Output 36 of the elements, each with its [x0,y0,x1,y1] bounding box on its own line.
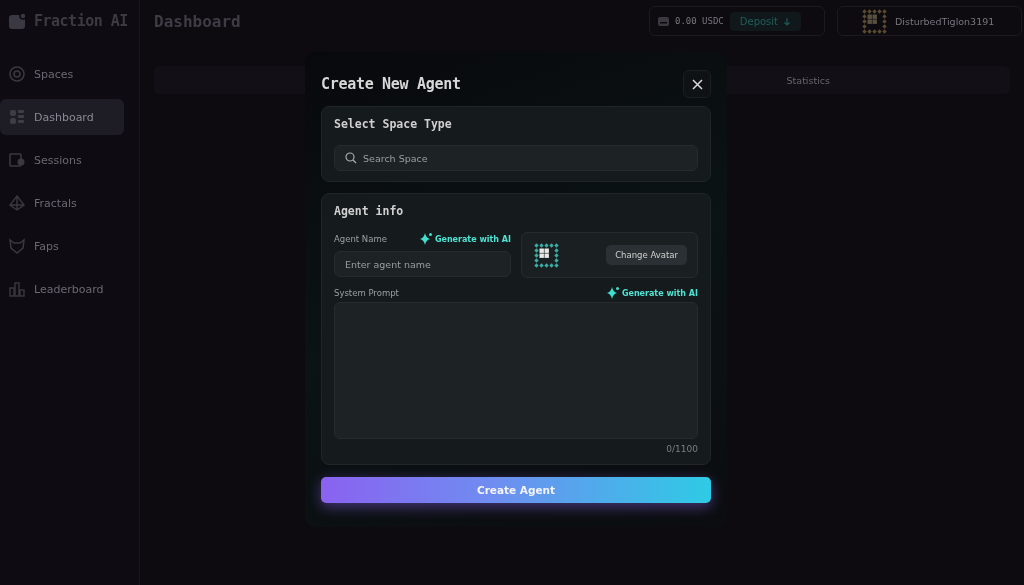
field-label: Agent Name [334,234,387,244]
search-field[interactable]: Search Space [334,145,698,171]
generate-button[interactable]: Generate with AI [418,232,511,246]
section-title: Agent info [334,204,405,218]
sidebar-item[interactable]: Dashboard [0,99,124,135]
sidebar-item[interactable]: Fractals [0,185,124,221]
search-icon [345,152,357,164]
modal-title: Create New Agent [321,75,461,93]
generate-button[interactable]: Generate with AI [605,286,698,300]
name-field[interactable]: Enter agent name [334,251,511,277]
arrow-down-icon [783,16,791,26]
sidebar-item[interactable]: Spaces [0,56,124,92]
document-icon [9,152,25,168]
avatar-icon [534,242,559,268]
close-button[interactable] [683,70,711,98]
logo-icon [9,12,27,30]
sidebar-item[interactable]: Sessions [0,142,124,178]
sidebar-item[interactable]: Leaderboard [0,271,124,307]
user-button[interactable]: DisturbedTiglon3191 [837,6,1022,36]
section-title: Select Space Type [334,117,453,131]
sidebar-item[interactable]: Faps [0,228,124,264]
create-agent-button[interactable]: Create Agent [321,477,711,503]
panel-title: Statistics [786,74,830,86]
field-label: System Prompt [334,288,399,298]
deposit-button[interactable]: Deposit [729,11,801,31]
balance-text: 0.00 USDC [675,16,724,26]
avatar-icon [862,8,887,34]
sparkle-icon [418,232,432,246]
close-icon [691,78,703,90]
bar-chart-icon [9,281,25,297]
change-avatar-button[interactable]: Change Avatar [606,245,687,265]
char-counter: 0/1100 [665,444,698,454]
grid-icon [9,109,25,125]
pyramid-icon [9,195,25,211]
wallet-icon [658,15,669,27]
sparkle-icon [605,286,619,300]
